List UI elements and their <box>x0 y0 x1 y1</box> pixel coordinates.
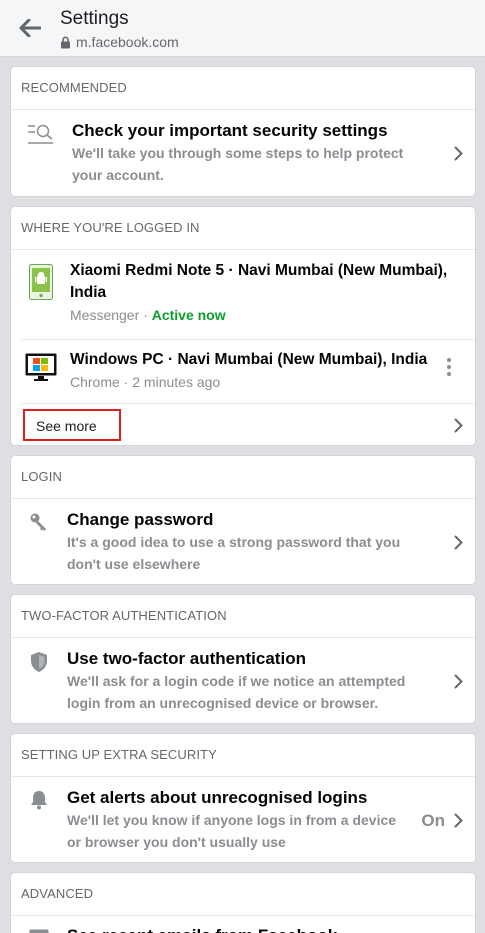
session-separator: · <box>139 307 152 323</box>
row-desc: It's a good idea to use a strong passwor… <box>67 534 401 550</box>
chevron-right-icon <box>451 535 465 550</box>
session-row[interactable]: Xiaomi Redmi Note 5 · Navi Mumbai (New M… <box>11 250 475 339</box>
login-card: LOGIN Change password It's a good idea t… <box>10 455 476 585</box>
row-desc: We'll take you through some steps to hel… <box>72 145 404 161</box>
session-meta: Chrome · 2 minutes ago <box>70 371 427 393</box>
row-title: See recent emails from Facebook <box>67 925 337 933</box>
logged-in-card: WHERE YOU'RE LOGGED IN Xiaomi Redmi Note… <box>10 206 476 446</box>
section-heading: SETTING UP EXTRA SECURITY <box>11 734 475 777</box>
extra-security-card: SETTING UP EXTRA SECURITY Get alerts abo… <box>10 733 476 863</box>
url-text: m.facebook.com <box>76 34 179 50</box>
section-heading: TWO-FACTOR AUTHENTICATION <box>11 595 475 638</box>
advanced-card: ADVANCED See recent emails from Facebook <box>10 872 476 933</box>
chevron-right-icon <box>451 146 465 161</box>
shield-icon <box>28 650 50 674</box>
page-title: Settings <box>60 8 129 29</box>
row-title: Check your important security settings <box>72 121 388 140</box>
more-options-icon[interactable] <box>447 358 451 376</box>
session-row[interactable]: Windows PC · Navi Mumbai (New Mumbai), I… <box>11 340 475 403</box>
device-name: India <box>70 284 107 301</box>
row-desc: We'll let you know if anyone logs in fro… <box>67 812 397 828</box>
android-phone-icon <box>28 264 54 300</box>
section-heading: WHERE YOU'RE LOGGED IN <box>11 207 475 250</box>
alerts-state-label: On <box>421 811 445 830</box>
two-factor-row[interactable]: Use two-factor authentication We'll ask … <box>11 638 475 723</box>
session-separator: · <box>119 374 133 390</box>
chevron-right-icon <box>451 813 465 828</box>
section-heading: RECOMMENDED <box>11 67 475 110</box>
row-desc: or browser you don't usually use <box>67 834 286 850</box>
two-factor-card: TWO-FACTOR AUTHENTICATION Use two-factor… <box>10 594 476 724</box>
lock-icon <box>60 36 71 49</box>
change-password-row[interactable]: Change password It's a good idea to use … <box>11 499 475 584</box>
back-arrow-icon[interactable] <box>14 12 46 44</box>
recent-emails-row[interactable]: See recent emails from Facebook <box>11 916 475 933</box>
key-icon <box>28 511 50 533</box>
session-meta: Messenger · Active now <box>70 304 447 326</box>
chevron-right-icon <box>451 418 465 433</box>
see-more-row[interactable]: See more <box>11 404 475 445</box>
see-more-button[interactable]: See more <box>23 409 121 441</box>
envelope-icon <box>28 928 50 933</box>
security-checkup-row[interactable]: Check your important security settings W… <box>11 110 475 196</box>
chevron-right-icon <box>451 674 465 689</box>
row-title: Use two-factor authentication <box>67 649 306 668</box>
row-desc: We'll ask for a login code if we notice … <box>67 673 406 689</box>
search-list-icon <box>27 122 55 146</box>
device-name: Windows PC · Navi Mumbai (New Mumbai), I… <box>70 351 428 368</box>
section-heading: LOGIN <box>11 456 475 499</box>
session-time: 2 minutes ago <box>132 374 221 390</box>
bell-icon <box>28 789 50 811</box>
top-bar: Settings m.facebook.com <box>0 0 485 57</box>
row-desc: your account. <box>72 167 164 183</box>
url-display: m.facebook.com <box>60 34 179 50</box>
windows-pc-icon <box>24 352 58 382</box>
device-name: Xiaomi Redmi Note 5 · Navi Mumbai (New M… <box>70 262 448 279</box>
recommended-card: RECOMMENDED Check your important securit… <box>10 66 476 197</box>
login-alerts-row[interactable]: Get alerts about unrecognised logins We'… <box>11 777 475 862</box>
row-title: Get alerts about unrecognised logins <box>67 788 368 807</box>
row-desc: don't use elsewhere <box>67 556 201 572</box>
session-app: Chrome <box>70 374 120 390</box>
row-title: Change password <box>67 510 214 529</box>
active-status: Active now <box>151 307 226 323</box>
row-desc: login from an unrecognised device or bro… <box>67 695 379 711</box>
section-heading: ADVANCED <box>11 873 475 916</box>
session-app: Messenger <box>70 307 140 323</box>
